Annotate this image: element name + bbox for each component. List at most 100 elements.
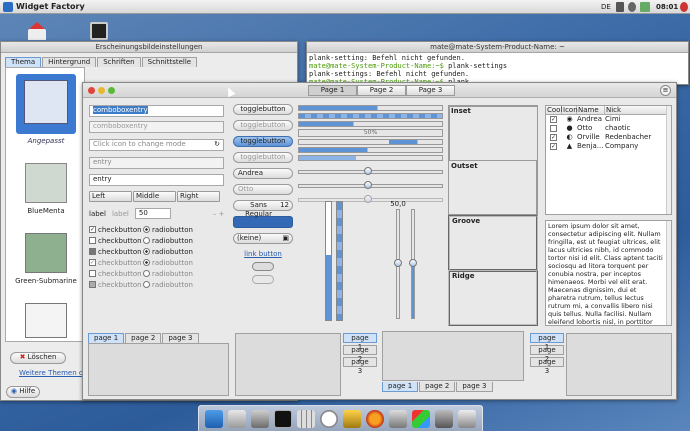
hscale-3[interactable] [298, 195, 443, 207]
cool-checkbox[interactable]: ✓ [550, 133, 557, 141]
toggle-button-3[interactable]: togglebutton [233, 136, 293, 147]
table-row[interactable]: ● Otto chaotic [546, 124, 671, 133]
battery-icon[interactable] [640, 2, 650, 12]
radio[interactable] [143, 270, 150, 277]
drive-icon[interactable] [227, 409, 246, 428]
help-button[interactable]: ◉ Hilfe [6, 386, 40, 398]
text-view[interactable]: Lorem ipsum dolor sit amet, consectetur … [545, 220, 672, 326]
nb2-tab-page2[interactable]: page 2 [343, 345, 377, 363]
combobox-entry-2[interactable]: comboboxentry [89, 121, 224, 133]
entry-field[interactable]: entry [89, 174, 224, 186]
nb4-tab-page3[interactable]: page 3 [530, 357, 564, 375]
page-1-button[interactable]: Page 1 [308, 85, 357, 96]
radio[interactable] [143, 226, 150, 233]
toggle-button-1[interactable]: togglebutton [233, 104, 293, 115]
tab-schriften[interactable]: Schriften [97, 57, 141, 67]
icon-entry[interactable]: Click icon to change mode ↻ [89, 139, 224, 151]
entry-disabled[interactable]: entry [89, 157, 224, 169]
nb2-tab-page1[interactable]: page 1 [343, 333, 377, 351]
combo-otto[interactable]: Otto [233, 184, 293, 195]
tab-hintergrund[interactable]: Hintergrund [42, 57, 97, 67]
vscale-knob[interactable] [409, 259, 417, 267]
settings-icon[interactable] [343, 409, 361, 428]
table-row[interactable]: ✓ ▲ Benja... Company [546, 142, 671, 151]
monitor-icon[interactable] [458, 409, 477, 428]
col-name[interactable]: Name [577, 106, 605, 114]
radio[interactable] [143, 281, 150, 288]
radio[interactable] [143, 259, 150, 266]
scale-knob[interactable] [364, 167, 372, 175]
volume-icon[interactable] [628, 2, 636, 12]
cool-checkbox[interactable]: ✓ [550, 142, 557, 150]
theme-preview-icon[interactable] [25, 163, 67, 203]
minimize-icon[interactable] [98, 87, 105, 94]
link-button[interactable]: link button [233, 250, 293, 258]
theme-item-selected[interactable] [16, 74, 76, 134]
tree-scrollbar[interactable] [666, 106, 671, 214]
text-scrollbar[interactable] [666, 221, 671, 325]
terminal-titlebar[interactable]: mate@mate-System-Product-Name: ~ [307, 42, 688, 53]
tab-thema[interactable]: Thema [5, 57, 42, 67]
page-3-button[interactable]: Page 3 [406, 85, 455, 96]
combo-andrea[interactable]: Andrea [233, 168, 293, 179]
combobox-entry-1[interactable]: comboboxentry [89, 105, 224, 117]
toggle-button-4[interactable]: togglebutton [233, 152, 293, 163]
checkbox[interactable] [89, 248, 96, 255]
cool-checkbox[interactable] [550, 124, 557, 132]
refresh-icon[interactable]: ↻ [214, 140, 220, 149]
align-middle-combo[interactable]: Middle [133, 191, 176, 202]
keyboard-layout[interactable]: DE [601, 2, 611, 12]
nb1-tab-page3[interactable]: page 3 [162, 333, 199, 343]
firefox-icon[interactable] [366, 409, 385, 428]
calculator-icon[interactable] [296, 409, 315, 428]
maximize-icon[interactable] [108, 87, 115, 94]
terminal-desktop-icon[interactable] [90, 22, 108, 40]
terminal-icon[interactable] [273, 409, 292, 428]
nb3-tab-page3[interactable]: page 3 [456, 382, 493, 392]
font-button[interactable]: Sans Regular 12 [233, 200, 293, 218]
checkbox[interactable]: ✓ [89, 226, 96, 233]
delete-button[interactable]: ✖ Löschen [10, 352, 66, 364]
table-row[interactable]: ✓ ◉ Andrea Cimi [546, 115, 671, 124]
theme-preview-icon[interactable] [25, 303, 67, 338]
toggle-button-2[interactable]: togglebutton [233, 120, 293, 131]
align-right-combo[interactable]: Right [177, 191, 220, 202]
hscale-1[interactable] [298, 167, 443, 177]
camera-icon[interactable] [435, 409, 454, 428]
hscale-2[interactable] [298, 181, 443, 193]
switch-off[interactable] [252, 262, 274, 271]
tab-schnittstelle[interactable]: Schnittstelle [141, 57, 198, 67]
clock[interactable]: 08:01 [656, 2, 678, 12]
nb1-tab-page1[interactable]: page 1 [88, 333, 125, 343]
scale-knob[interactable] [364, 195, 372, 203]
theme-preview-icon[interactable] [25, 233, 67, 273]
col-cool[interactable]: Cool [546, 106, 562, 114]
checkbox[interactable] [89, 281, 96, 288]
network-icon[interactable] [616, 2, 624, 12]
col-nick[interactable]: Nick [605, 106, 621, 114]
menu-icon[interactable]: ≡ [660, 85, 671, 96]
radio[interactable] [143, 237, 150, 244]
col-icon[interactable]: Icon [562, 106, 578, 114]
appearance-titlebar[interactable]: Erscheinungsbildeinstellungen [1, 42, 297, 53]
scale-knob[interactable] [364, 181, 372, 189]
nb3-tab-page2[interactable]: page 2 [419, 382, 456, 392]
cool-checkbox[interactable]: ✓ [550, 115, 557, 123]
clock-icon[interactable] [319, 409, 338, 428]
home-folder-icon[interactable] [28, 22, 46, 40]
theme-list[interactable]: Angepasst BlueMenta Green-Submarine [5, 67, 85, 342]
file-chooser[interactable]: (keine) ▣ [233, 233, 293, 244]
checkbox[interactable] [89, 237, 96, 244]
power-icon[interactable] [680, 2, 688, 12]
disk-icon[interactable] [250, 409, 269, 428]
appearance-icon[interactable] [412, 409, 431, 428]
radio[interactable] [143, 248, 150, 255]
close-icon[interactable] [88, 87, 95, 94]
table-row[interactable]: ✓ ◐ Orville Redenbacher [546, 133, 671, 142]
spin-button[interactable]: 50 [134, 208, 171, 219]
vscale-knob[interactable] [394, 259, 402, 267]
wf-titlebar[interactable]: Page 1 Page 2 Page 3 ≡ [83, 83, 676, 98]
nb2-tab-page3[interactable]: page 3 [343, 357, 377, 375]
nb1-tab-page2[interactable]: page 2 [125, 333, 162, 343]
nb4-tab-page1[interactable]: page 1 [530, 333, 564, 351]
